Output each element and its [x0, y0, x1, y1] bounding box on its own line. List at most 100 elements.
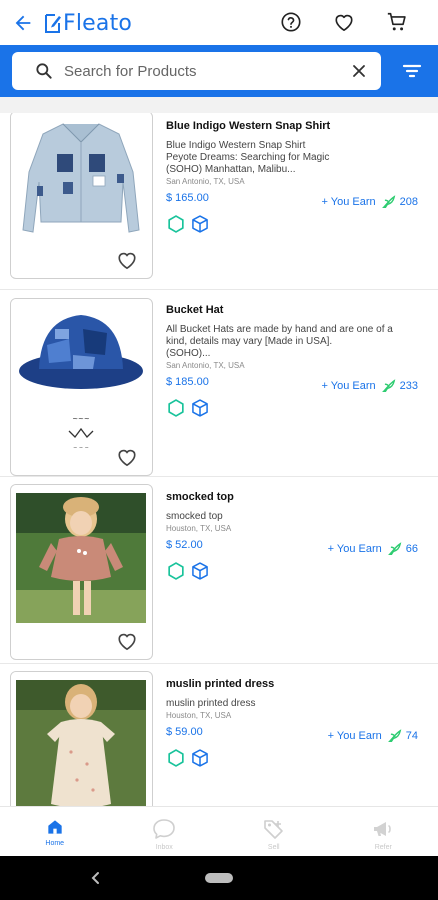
fleato-logo[interactable]: Fleato: [44, 8, 132, 38]
product-card[interactable]: muslin printed dress muslin printed dres…: [0, 664, 438, 806]
hexagon-badge-icon: [168, 399, 184, 417]
earn-points: + You Earn 74: [328, 729, 418, 743]
nav-label: Refer: [374, 844, 392, 851]
hexagon-badge-icon: [168, 749, 184, 767]
help-button[interactable]: [277, 8, 305, 36]
app-bar: Fleato: [0, 0, 438, 45]
product-info: Blue Indigo Western Snap Shirt Blue Indi…: [166, 119, 428, 234]
nav-sell[interactable]: Sell: [219, 807, 329, 857]
nav-label: Sell: [267, 844, 280, 851]
earn-label: + You Earn: [321, 380, 376, 392]
product-description: Blue Indigo Western Snap Shirt Peyote Dr…: [166, 140, 428, 176]
package-box-icon: [192, 399, 208, 417]
product-location: San Antonio, TX, USA: [166, 361, 245, 370]
tag-icon: [263, 820, 283, 839]
chat-icon: [153, 819, 176, 839]
favorite-icon[interactable]: [116, 631, 138, 651]
back-arrow-icon: [15, 15, 31, 31]
product-badges: [166, 214, 428, 234]
product-card[interactable]: smocked top smocked top Houston, TX, USA…: [0, 477, 438, 664]
list-top-spacer: [0, 97, 438, 113]
bottom-navigation: Home Inbox Sell Refer: [0, 806, 438, 856]
package-box-icon: [192, 562, 208, 580]
nav-inbox[interactable]: Inbox: [110, 807, 220, 857]
product-badges: [166, 561, 428, 581]
product-description-line: (SOHO)...: [166, 348, 211, 359]
earn-points-value: 74: [405, 730, 418, 742]
product-image[interactable]: [10, 113, 153, 279]
logo-mark-icon: [45, 14, 61, 33]
product-image[interactable]: ~~~ ~ ~ ~: [10, 298, 153, 476]
product-info: Bucket Hat All Bucket Hats are made by h…: [166, 303, 428, 418]
hexagon-badge-icon: [168, 215, 184, 233]
search-input[interactable]: [64, 58, 344, 84]
heart-icon: [335, 14, 353, 31]
product-list[interactable]: Blue Indigo Western Snap Shirt Blue Indi…: [0, 113, 438, 806]
earn-label: + You Earn: [321, 196, 376, 208]
cart-icon: [387, 12, 406, 31]
earn-points: + You Earn 233: [321, 379, 418, 393]
svg-text:~~~: ~~~: [72, 415, 90, 423]
earn-leaf-icon: [387, 729, 402, 742]
product-description-line: All Bucket Hats are made by hand and are…: [166, 324, 393, 335]
product-description-line: Blue Indigo Western Snap Shirt: [166, 140, 306, 151]
clear-search-icon[interactable]: [349, 61, 369, 81]
earn-points-value: 233: [399, 380, 418, 392]
product-description: smocked top: [166, 511, 223, 522]
nav-label: Inbox: [155, 844, 173, 851]
earn-label: + You Earn: [327, 543, 382, 555]
home-icon: [48, 820, 62, 834]
earn-label: + You Earn: [327, 730, 382, 742]
system-navigation-bar: [0, 856, 438, 900]
product-image[interactable]: [10, 671, 153, 806]
package-box-icon: [192, 215, 208, 233]
product-title[interactable]: Blue Indigo Western Snap Shirt: [166, 119, 428, 135]
earn-leaf-icon: [387, 542, 402, 555]
search-box[interactable]: [12, 52, 381, 90]
product-title[interactable]: muslin printed dress: [166, 677, 428, 693]
hexagon-badge-icon: [168, 562, 184, 580]
earn-points: + You Earn 66: [328, 542, 418, 556]
product-title[interactable]: Bucket Hat: [166, 303, 428, 319]
favorite-icon[interactable]: [116, 447, 138, 467]
earn-points-value: 66: [405, 543, 418, 555]
svg-text:~ ~ ~: ~ ~ ~: [73, 445, 89, 451]
printed-dress-photo: [11, 672, 151, 806]
search-bar-area: [0, 45, 438, 97]
nav-home[interactable]: Home: [0, 807, 110, 857]
product-card[interactable]: Blue Indigo Western Snap Shirt Blue Indi…: [0, 113, 438, 290]
help-icon: [281, 12, 301, 32]
cart-button[interactable]: [383, 8, 411, 36]
product-title[interactable]: smocked top: [166, 490, 428, 506]
product-description: muslin printed dress: [166, 698, 256, 709]
product-description-line: Peyote Dreams: Searching for Magic: [166, 152, 330, 163]
favorite-icon[interactable]: [116, 250, 138, 270]
product-description: All Bucket Hats are made by hand and are…: [166, 324, 428, 360]
product-location: Houston, TX, USA: [166, 524, 232, 533]
product-image[interactable]: [10, 484, 153, 660]
product-description-line: kind, details may vary [Made in USA].: [166, 336, 333, 347]
product-location: Houston, TX, USA: [166, 711, 232, 720]
nav-label: Home: [45, 840, 65, 847]
product-info: smocked top smocked top Houston, TX, USA…: [166, 490, 428, 581]
product-description-line: (SOHO) Manhattan, Malibu...: [166, 164, 296, 175]
search-icon: [36, 63, 52, 79]
megaphone-icon: [374, 822, 392, 836]
system-home-pill[interactable]: [205, 873, 233, 883]
package-box-icon: [192, 749, 208, 767]
wishlist-button[interactable]: [330, 8, 358, 36]
earn-leaf-icon: [381, 379, 395, 392]
product-location: San Antonio, TX, USA: [166, 177, 245, 186]
product-badges: [166, 398, 428, 418]
back-button[interactable]: [8, 8, 38, 38]
system-back-icon[interactable]: [88, 870, 104, 886]
product-badges: [166, 748, 428, 768]
nav-refer[interactable]: Refer: [329, 807, 438, 857]
product-card[interactable]: ~~~ ~ ~ ~ Bucket Hat All Bucket Hats are…: [0, 290, 438, 477]
earn-leaf-icon: [381, 195, 395, 208]
earn-points-value: 208: [399, 196, 418, 208]
earn-points: + You Earn 208: [321, 195, 418, 209]
product-info: muslin printed dress muslin printed dres…: [166, 677, 428, 768]
filter-icon[interactable]: [400, 59, 424, 83]
logo-text: Fleato: [63, 10, 133, 36]
